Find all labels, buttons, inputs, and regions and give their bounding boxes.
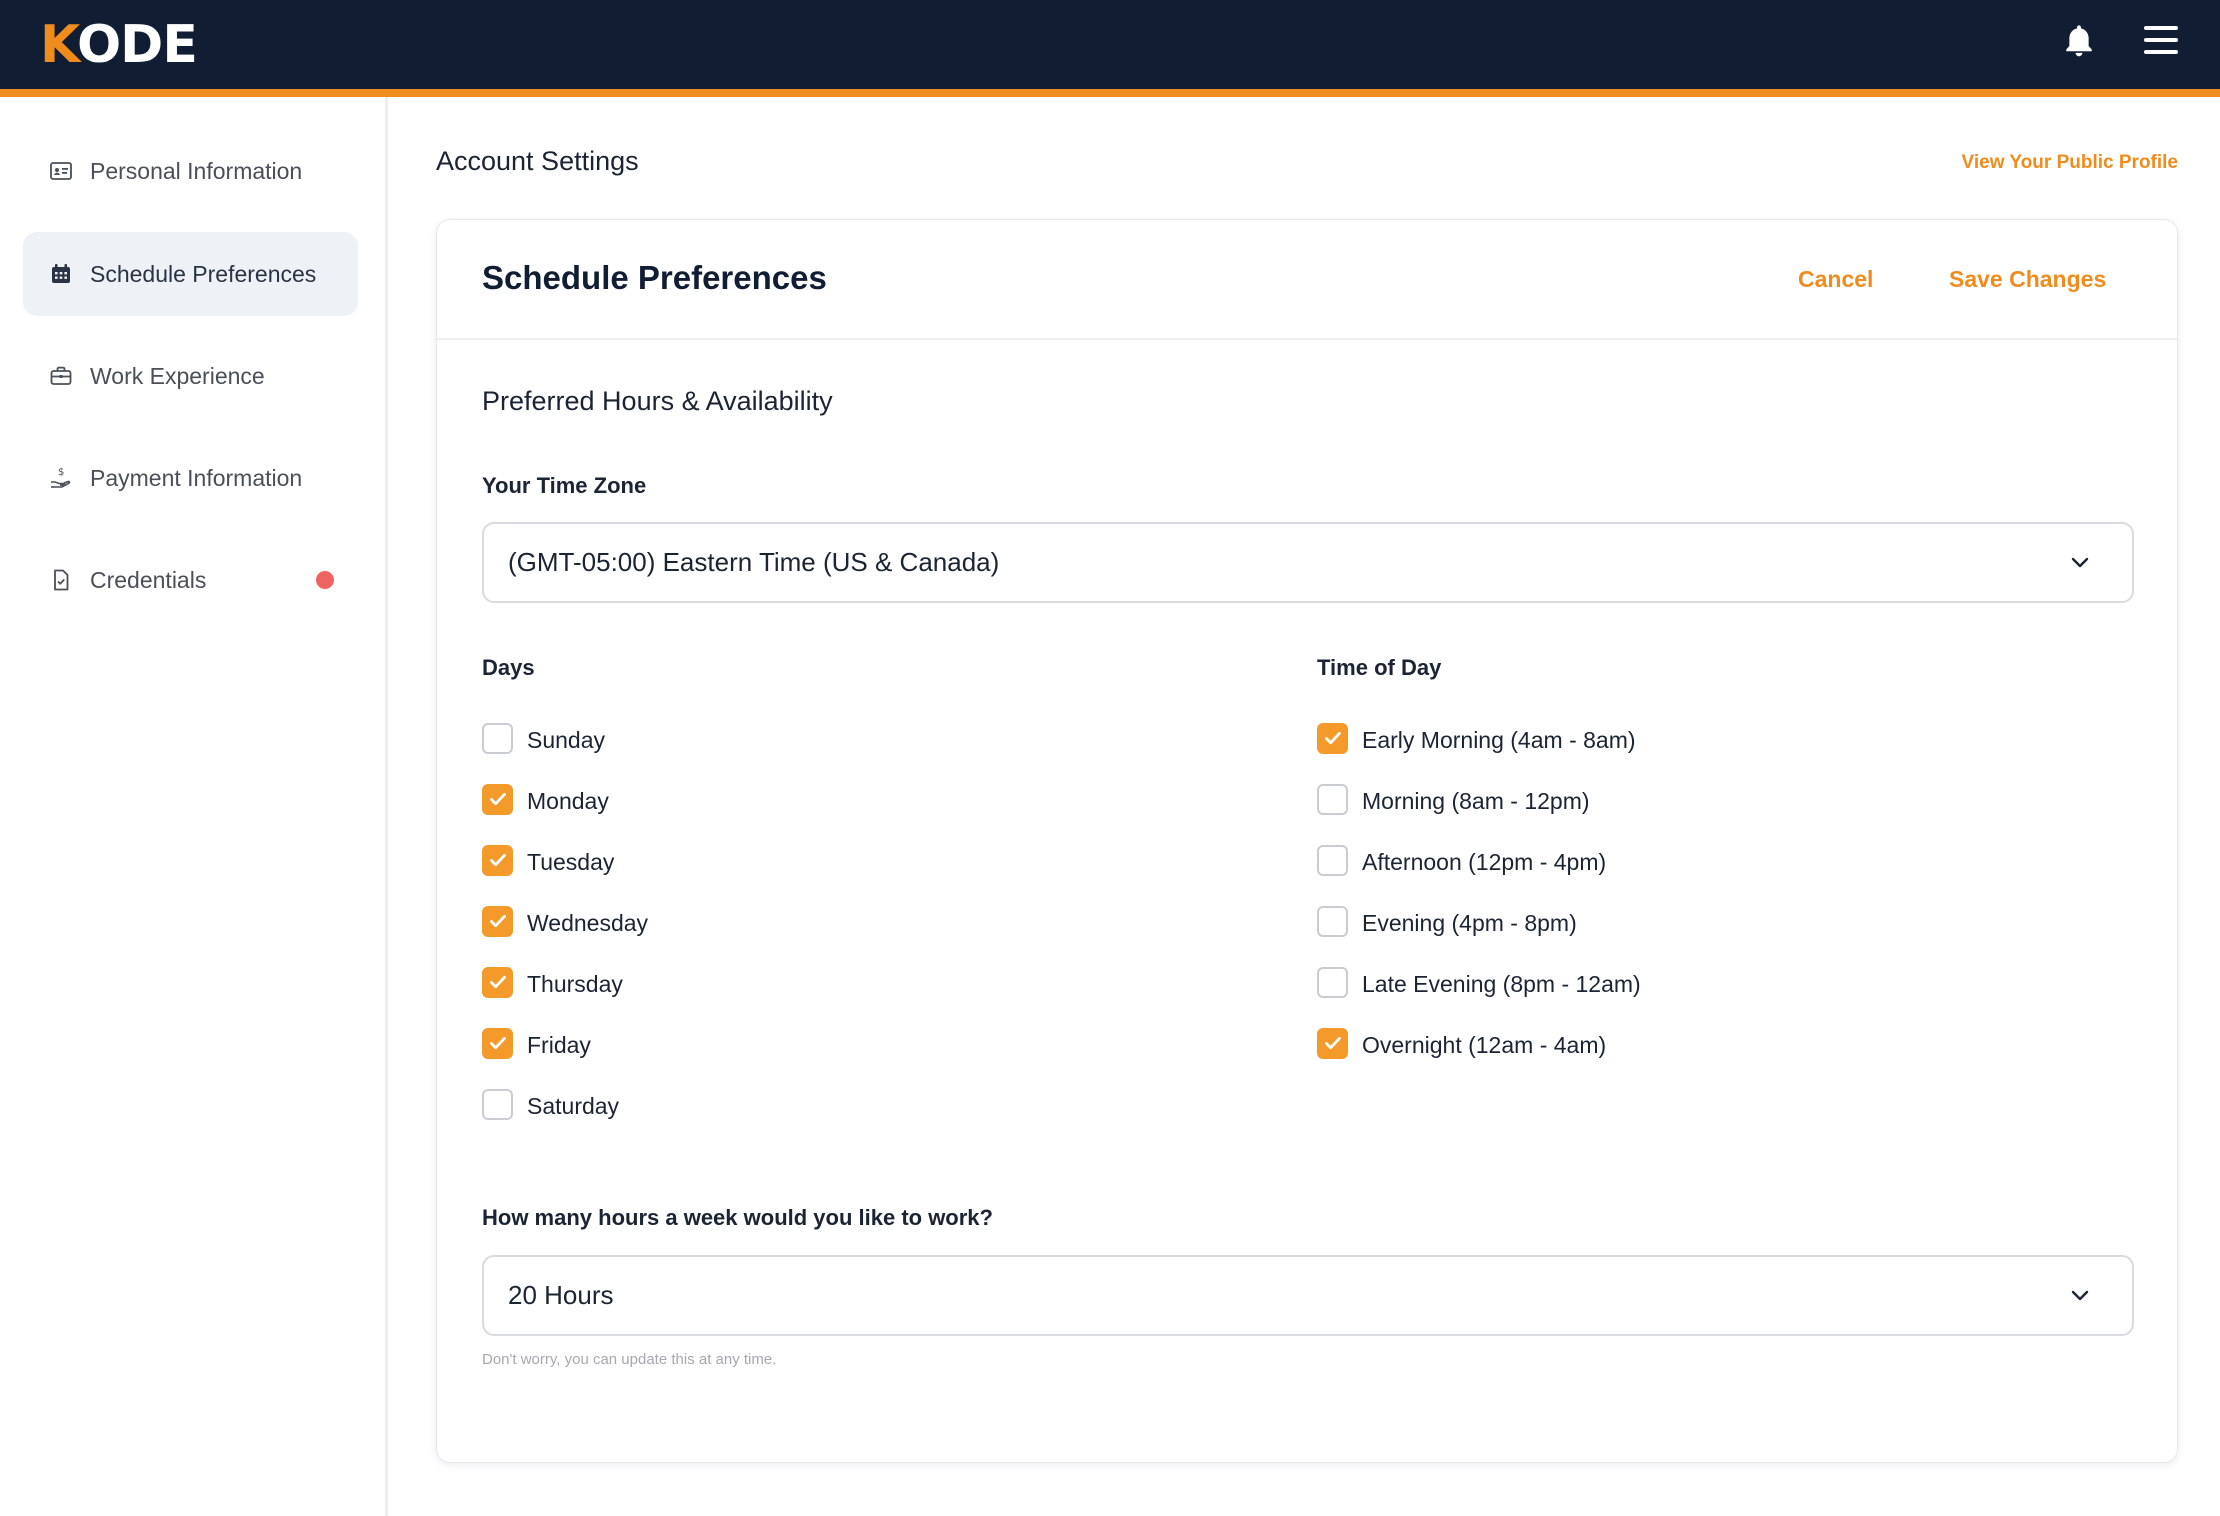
day-checkbox-label: Sunday	[527, 726, 606, 753]
checkbox-checked[interactable]	[1317, 1027, 1348, 1059]
time-of-day-checkbox-label: Early Morning (4am - 8am)	[1362, 726, 1636, 753]
timezone-select[interactable]: (GMT-05:00) Eastern Time (US & Canada)	[482, 522, 2134, 603]
time-of-day-checkbox-label: Morning (8am - 12pm)	[1362, 787, 1590, 814]
checkmark-icon	[489, 914, 506, 928]
day-checkbox-label: Monday	[527, 787, 609, 814]
day-checkbox-row[interactable]: Wednesday	[482, 905, 649, 940]
checkbox-unchecked[interactable]	[1317, 844, 1348, 876]
day-checkbox-row[interactable]: Thursday	[482, 966, 623, 1001]
sidebar-item-personal-information[interactable]: Personal Information	[23, 129, 358, 213]
top-nav-accent-stripe	[0, 89, 2220, 97]
calendar-icon	[49, 262, 73, 286]
hours-per-week-label: How many hours a week would you like to …	[482, 1205, 993, 1230]
time-of-day-checkbox-row[interactable]: Evening (4pm - 8pm)	[1317, 905, 1577, 940]
day-checkbox-row[interactable]: Monday	[482, 783, 609, 818]
checkmark-icon	[1324, 731, 1341, 745]
briefcase-icon	[49, 364, 73, 388]
cancel-button[interactable]: Cancel	[1798, 266, 1873, 293]
checkmark-icon	[489, 1036, 506, 1050]
time-of-day-checkbox-row[interactable]: Morning (8am - 12pm)	[1317, 783, 1590, 818]
days-label: Days	[482, 655, 535, 680]
page-title: Account Settings	[436, 146, 639, 176]
sidebar-item-payment-information[interactable]: $ Payment Information	[23, 436, 358, 520]
sidebar-item-credentials[interactable]: Credentials	[23, 538, 358, 622]
sidebar-item-label: Credentials	[90, 566, 207, 593]
bell-icon[interactable]	[2062, 22, 2096, 60]
hamburger-menu-icon[interactable]	[2143, 24, 2179, 56]
time-of-day-checkbox-row[interactable]: Afternoon (12pm - 4pm)	[1317, 844, 1607, 879]
sidebar-item-label: Payment Information	[90, 464, 303, 491]
sidebar-item-schedule-preferences[interactable]: Schedule Preferences	[23, 232, 358, 316]
save-changes-button[interactable]: Save Changes	[1949, 266, 2106, 293]
time-of-day-label: Time of Day	[1317, 655, 1442, 680]
sidebar-item-label: Schedule Preferences	[90, 260, 317, 287]
view-public-profile-link[interactable]: View Your Public Profile	[1962, 152, 2178, 174]
day-checkbox-label: Friday	[527, 1031, 591, 1058]
time-of-day-checkbox-label: Overnight (12am - 4am)	[1362, 1031, 1607, 1058]
hours-per-week-select[interactable]: 20 Hours	[482, 1255, 2134, 1336]
checkbox-unchecked[interactable]	[482, 1088, 513, 1120]
time-of-day-checkbox-label: Afternoon (12pm - 4pm)	[1362, 848, 1607, 875]
alert-badge-dot	[316, 571, 334, 589]
document-check-icon	[49, 568, 73, 592]
day-checkbox-row[interactable]: Saturday	[482, 1088, 620, 1123]
chevron-down-icon	[2071, 1290, 2089, 1301]
time-of-day-checkbox-row[interactable]: Overnight (12am - 4am)	[1317, 1027, 1607, 1062]
checkbox-unchecked[interactable]	[1317, 783, 1348, 815]
hours-hint-text: Don't worry, you can update this at any …	[482, 1351, 777, 1368]
id-card-icon	[49, 159, 73, 183]
section-title: Preferred Hours & Availability	[482, 386, 833, 416]
checkmark-icon	[1324, 1036, 1341, 1050]
sidebar-item-work-experience[interactable]: Work Experience	[23, 334, 358, 418]
time-of-day-checkbox-row[interactable]: Early Morning (4am - 8am)	[1317, 722, 1636, 757]
schedule-preferences-card: Schedule Preferences Cancel Save Changes…	[436, 219, 2178, 1463]
checkbox-unchecked[interactable]	[1317, 966, 1348, 998]
checkmark-icon	[489, 792, 506, 806]
checkmark-icon	[489, 853, 506, 867]
timezone-label: Your Time Zone	[482, 473, 647, 498]
top-nav-bar: KODE	[0, 0, 2220, 89]
hand-coin-icon: $	[49, 466, 73, 490]
day-checkbox-label: Thursday	[527, 970, 623, 997]
hours-select-value: 20 Hours	[508, 1280, 614, 1310]
chevron-down-icon	[2071, 557, 2089, 568]
checkbox-checked[interactable]	[482, 844, 513, 876]
checkbox-checked[interactable]	[482, 966, 513, 998]
day-checkbox-row[interactable]: Tuesday	[482, 844, 615, 879]
day-checkbox-label: Wednesday	[527, 909, 649, 936]
time-of-day-checkbox-row[interactable]: Late Evening (8pm - 12am)	[1317, 966, 1641, 1001]
svg-text:$: $	[58, 467, 64, 478]
card-header: Schedule Preferences Cancel Save Changes	[437, 220, 2177, 340]
day-checkbox-label: Tuesday	[527, 848, 615, 875]
time-of-day-checkbox-label: Late Evening (8pm - 12am)	[1362, 970, 1641, 997]
checkmark-icon	[489, 975, 506, 989]
time-of-day-checkbox-label: Evening (4pm - 8pm)	[1362, 909, 1577, 936]
card-title: Schedule Preferences	[482, 259, 827, 296]
settings-sidebar: Personal Information Schedule Preference…	[0, 97, 388, 1516]
checkbox-checked[interactable]	[482, 905, 513, 937]
day-checkbox-label: Saturday	[527, 1092, 620, 1119]
kode-logo[interactable]: KODE	[40, 16, 198, 74]
checkbox-unchecked[interactable]	[1317, 905, 1348, 937]
checkbox-checked[interactable]	[1317, 722, 1348, 754]
checkbox-checked[interactable]	[482, 783, 513, 815]
checkbox-unchecked[interactable]	[482, 722, 513, 754]
timezone-select-value: (GMT-05:00) Eastern Time (US & Canada)	[508, 547, 1000, 577]
checkbox-checked[interactable]	[482, 1027, 513, 1059]
sidebar-item-label: Work Experience	[90, 362, 265, 389]
day-checkbox-row[interactable]: Sunday	[482, 722, 606, 757]
day-checkbox-row[interactable]: Friday	[482, 1027, 591, 1062]
sidebar-item-label: Personal Information	[90, 157, 303, 184]
